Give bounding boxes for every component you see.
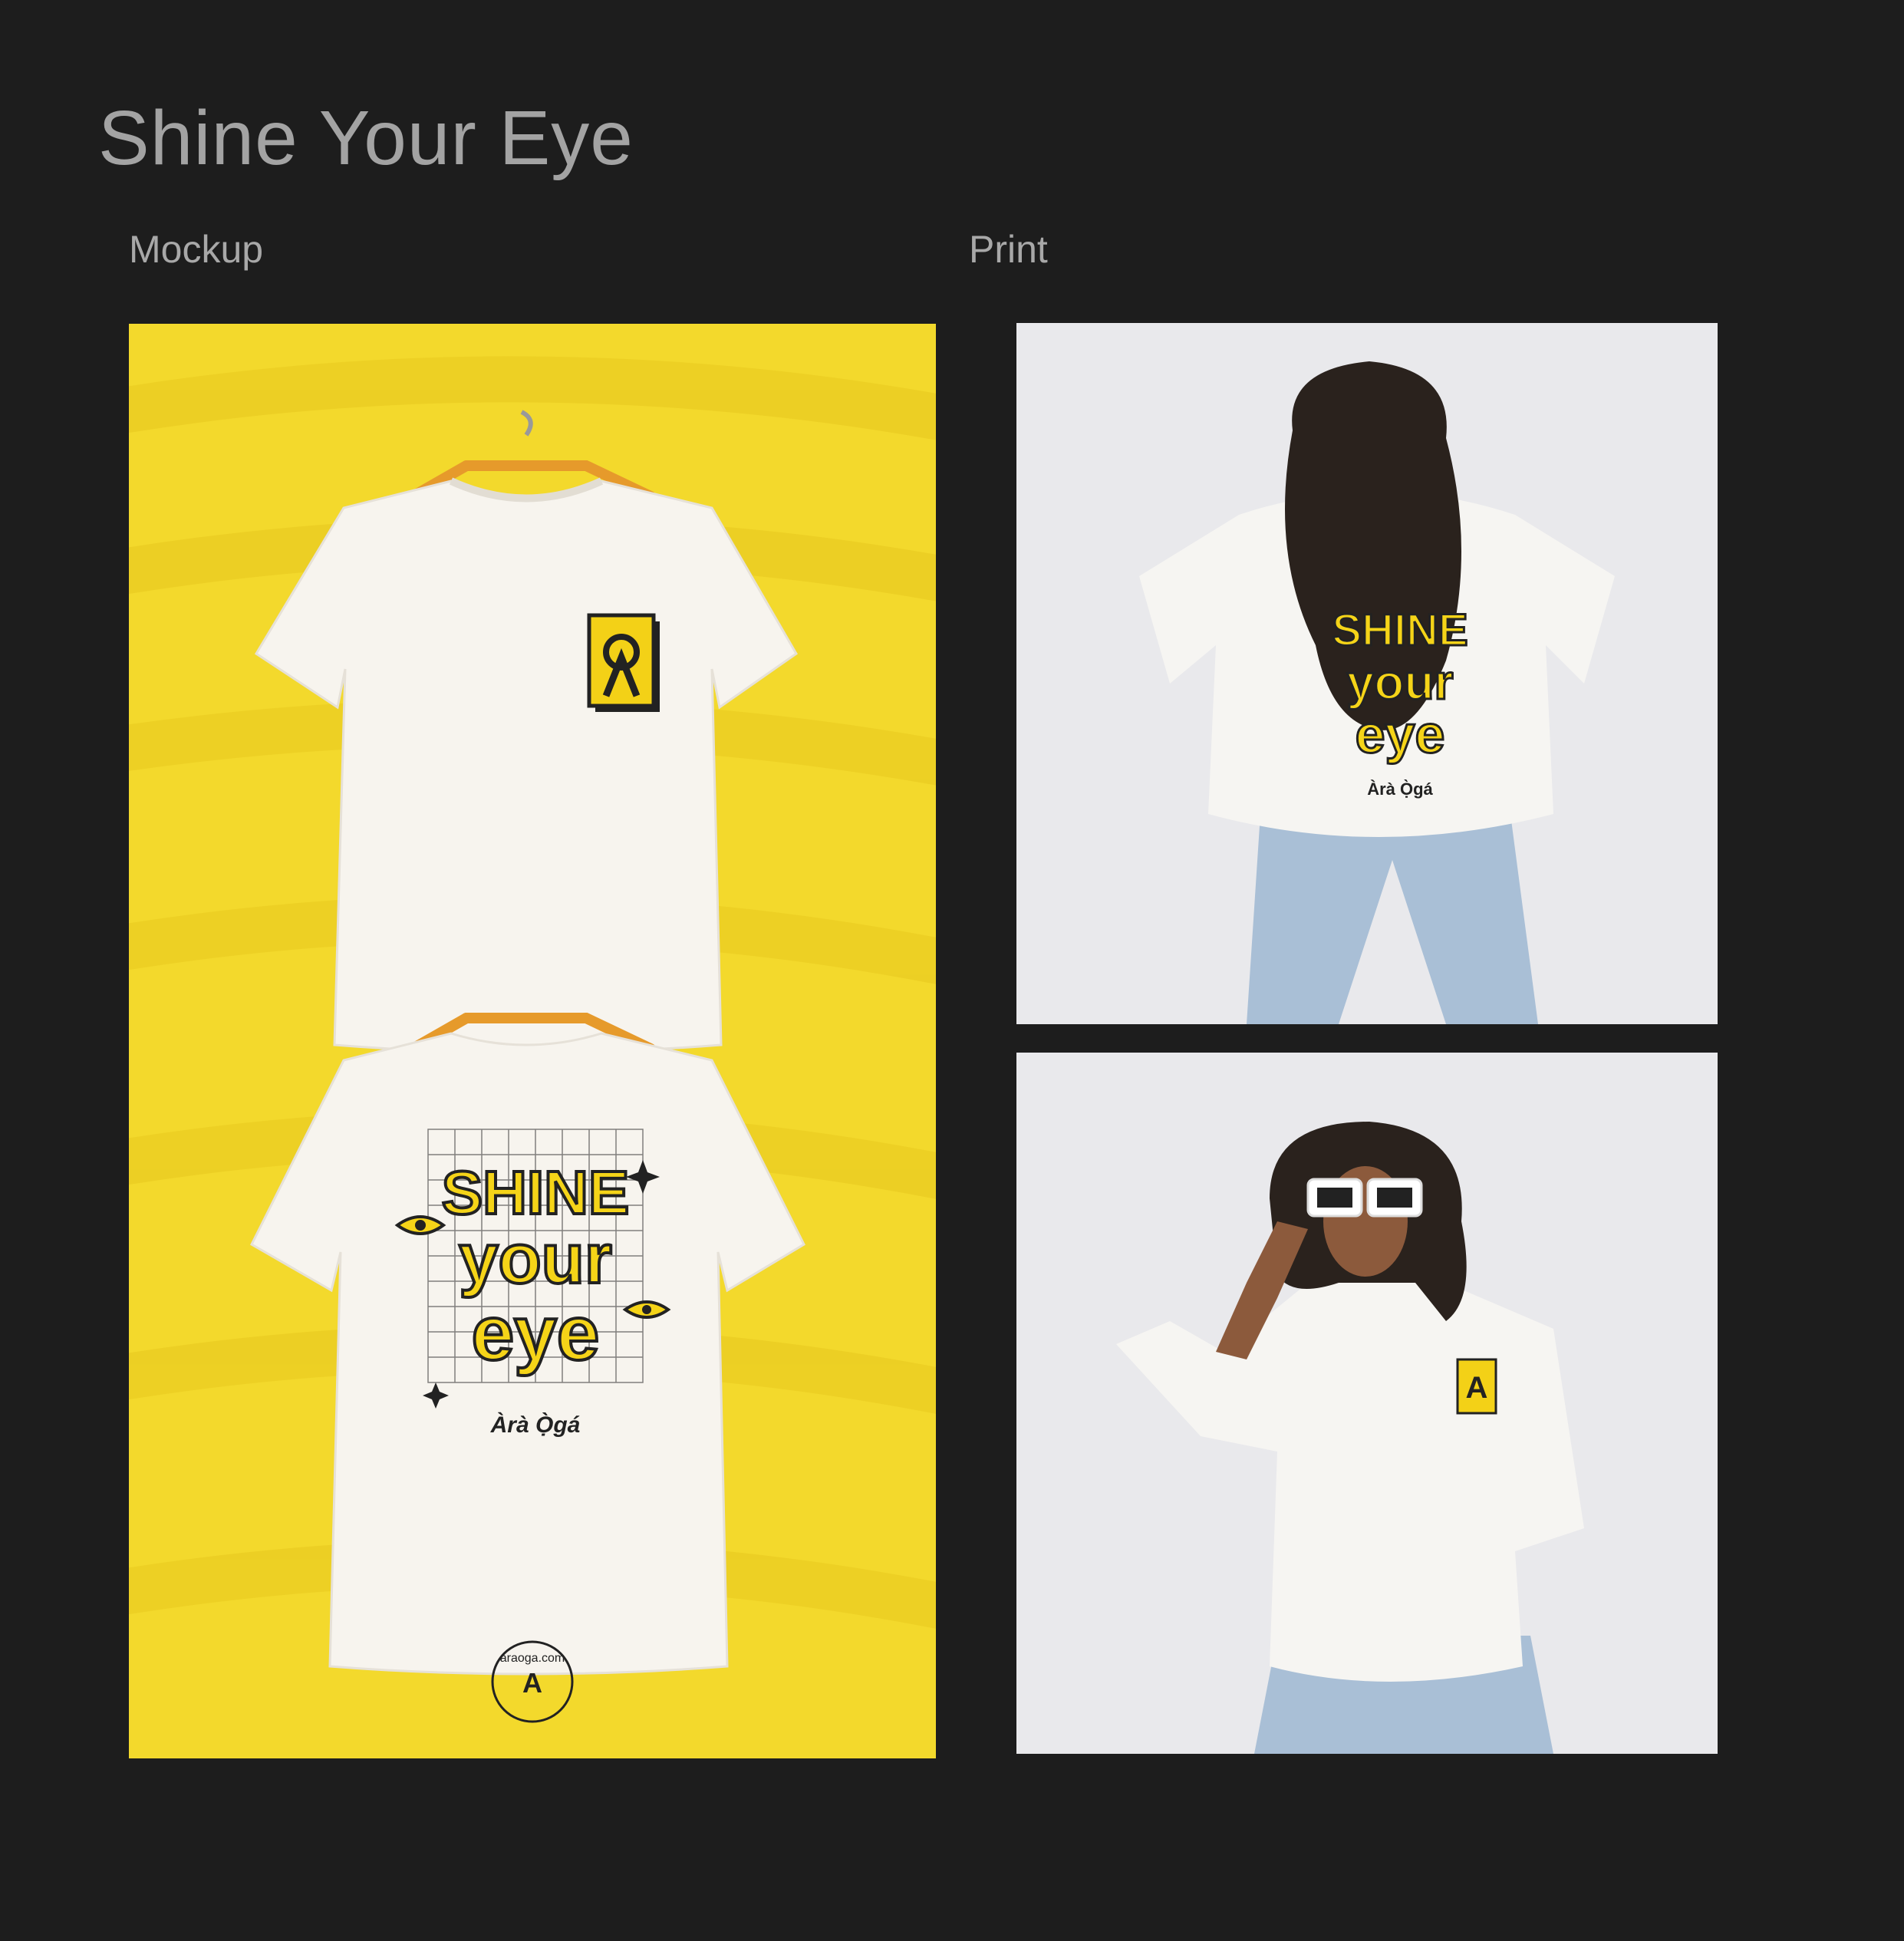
brand-name: Àrà Ọ̀gá (1367, 779, 1433, 799)
shirt-front (254, 477, 798, 1054)
print-line-shine: SHINE (442, 1158, 630, 1227)
print-photo-back: SHINE your eye Àrà Ọ̀gá (1016, 323, 1718, 1024)
print-line-your: your (1347, 654, 1454, 710)
badge-logo-icon: A (522, 1667, 542, 1699)
mockup-panel: SHINE your eye Àrà Ọ̀gá araoga.com A (129, 324, 936, 1758)
shirt-logo-letters: A (1466, 1371, 1488, 1405)
mockup-illustration: SHINE your eye Àrà Ọ̀gá araoga.com A (129, 356, 936, 1723)
print-line-eye: eye (1356, 704, 1445, 764)
shirt-logo-icon: A (1456, 1358, 1497, 1415)
section-label-print: Print (969, 228, 1048, 271)
badge-text: araoga.com (500, 1652, 565, 1665)
section-label-mockup: Mockup (129, 228, 264, 271)
print-photo-front: A (1016, 1053, 1718, 1754)
eye-icon (622, 1300, 671, 1319)
front-logo-icon (587, 613, 660, 712)
print-line-eye: eye (472, 1290, 600, 1376)
brand-name: Àrà Ọ̀gá (490, 1412, 581, 1438)
print-line-your: your (459, 1220, 611, 1298)
print-line-shine: SHINE (1332, 605, 1468, 655)
eye-icon (394, 1215, 446, 1235)
page-title: Shine Your Eye (98, 95, 634, 181)
araoga-badge: araoga.com A (491, 1640, 574, 1723)
